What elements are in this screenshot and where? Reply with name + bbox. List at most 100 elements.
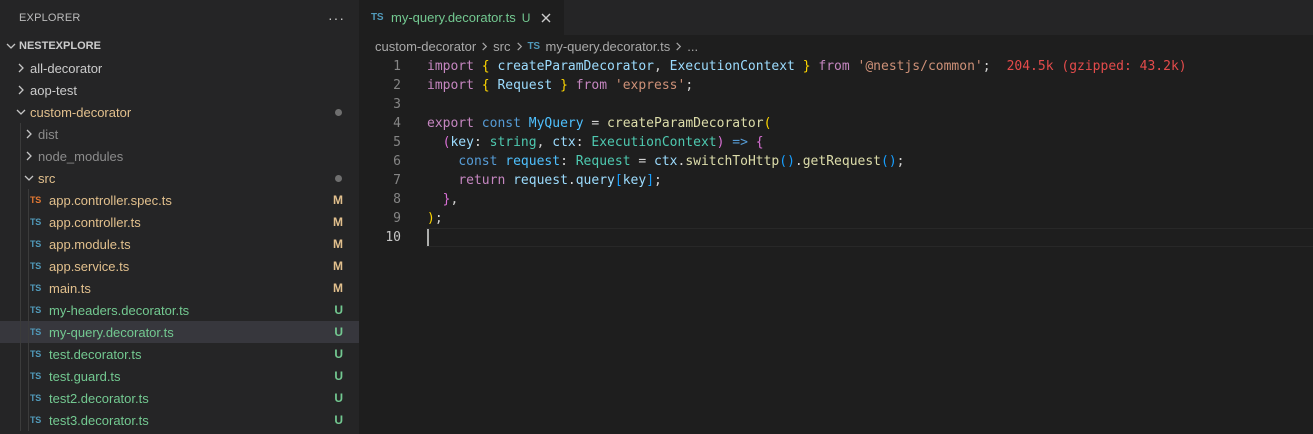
code-line: 8 }, [359, 190, 1313, 209]
indent-guide [20, 145, 21, 167]
file-app-controller-spec-ts[interactable]: TS app.controller.spec.ts M [0, 189, 359, 211]
git-status-badge: M [333, 281, 343, 295]
line-number: 2 [393, 78, 401, 93]
ellipsis-icon[interactable]: ··· [328, 11, 345, 25]
folder-dist[interactable]: dist [0, 123, 359, 145]
breadcrumb-folder-custom-decorator[interactable]: custom-decorator [375, 39, 476, 54]
file-my-query-decorator-ts[interactable]: TS my-query.decorator.ts U [0, 321, 359, 343]
typescript-file-icon: TS [30, 393, 42, 403]
code-token: ; [654, 173, 662, 188]
code-token: ] [646, 173, 655, 188]
code-token: . [794, 154, 803, 169]
chevron-right-icon [674, 41, 683, 51]
indent-guide [28, 277, 29, 299]
breadcrumb-folder-src[interactable]: src [493, 39, 510, 54]
explorer-header: EXPLORER ··· [0, 0, 359, 35]
code-editor[interactable]: 1 import { createParamDecorator, Executio… [359, 57, 1313, 247]
git-status-badge: M [333, 193, 343, 207]
code-token: , [536, 135, 553, 150]
git-status-badge: M [333, 237, 343, 251]
chevron-right-icon [515, 41, 524, 51]
code-token: ; [982, 59, 991, 74]
indent-guide [28, 255, 29, 277]
file-test3-decorator-ts[interactable]: TS test3.decorator.ts U [0, 409, 359, 431]
indent-guide [28, 299, 29, 321]
code-token: Request [497, 78, 553, 93]
file-main-ts[interactable]: TS main.ts M [0, 277, 359, 299]
file-app-controller-ts[interactable]: TS app.controller.ts M [0, 211, 359, 233]
code-token: } [802, 59, 811, 74]
breadcrumb-symbols[interactable]: ... [687, 39, 698, 54]
code-token: request [505, 154, 561, 169]
explorer-title: EXPLORER [19, 11, 81, 24]
file-test-decorator-ts[interactable]: TS test.decorator.ts U [0, 343, 359, 365]
indent-guide [20, 233, 21, 255]
breadcrumb-file[interactable]: my-query.decorator.ts [546, 39, 671, 54]
indent-guide [28, 365, 29, 387]
tree-item-label: aop-test [30, 82, 77, 98]
indent-guide [28, 387, 29, 409]
workspace-section-header[interactable]: NESTEXPLORE [0, 35, 359, 57]
code-token: ctx [552, 135, 576, 150]
line-number: 7 [393, 173, 401, 188]
file-app-service-ts[interactable]: TS app.service.ts M [0, 255, 359, 277]
current-line-highlight [426, 228, 1313, 247]
tree-item-label: dist [38, 126, 59, 142]
tree-item-label: all-decorator [30, 60, 103, 76]
code-token: 'express' [614, 78, 686, 93]
tree-item-label: my-query.decorator.ts [49, 324, 174, 340]
typescript-file-icon: TS [527, 40, 541, 52]
code-text: ); [427, 211, 443, 226]
code-token: MyQuery [528, 116, 584, 131]
code-text: (key: string, ctx: ExecutionContext) => … [427, 135, 764, 150]
file-tree: all-decorator aop-test custom-decorator dis… [0, 57, 359, 431]
file-app-module-ts[interactable]: TS app.module.ts M [0, 233, 359, 255]
line-number: 6 [393, 154, 401, 169]
folder-aop-test[interactable]: aop-test [0, 79, 359, 101]
tree-item-label: test3.decorator.ts [49, 412, 149, 428]
line-number: 9 [393, 211, 401, 226]
folder-all-decorator[interactable]: all-decorator [0, 57, 359, 79]
indent-guide [20, 409, 21, 431]
folder-src[interactable]: src [0, 167, 359, 189]
folder-node-modules[interactable]: node_modules [0, 145, 359, 167]
modified-dot-icon [335, 174, 342, 182]
typescript-file-icon: TS [30, 371, 42, 381]
code-token: ; [434, 211, 443, 226]
file-my-headers-decorator-ts[interactable]: TS my-headers.decorator.ts U [0, 299, 359, 321]
indent-guide [20, 387, 21, 409]
file-test-guard-ts[interactable]: TS test.guard.ts U [0, 365, 359, 387]
code-token: ; [685, 78, 694, 93]
tab-my-query-decorator[interactable]: TS my-query.decorator.ts U [359, 0, 566, 35]
code-token: from [818, 59, 850, 74]
code-line: 10 [359, 228, 1313, 247]
code-token: = [630, 154, 655, 169]
git-status-badge: U [334, 347, 343, 361]
folder-custom-decorator[interactable]: custom-decorator [0, 101, 359, 123]
code-line: 3 [359, 95, 1313, 114]
tab-title: my-query.decorator.ts [391, 10, 516, 25]
file-test2-decorator-ts[interactable]: TS test2.decorator.ts U [0, 387, 359, 409]
code-token: import [427, 59, 474, 74]
chevron-right-icon [22, 148, 36, 164]
code-text: return request.query[key]; [427, 173, 662, 188]
code-token: { [481, 59, 490, 74]
indent-guide [28, 343, 29, 365]
code-token: : [473, 135, 490, 150]
code-token: query [575, 173, 615, 188]
typescript-file-icon: TS [30, 349, 42, 359]
chevron-right-icon [14, 82, 28, 98]
git-status-badge: M [333, 215, 343, 229]
git-status-badge: U [334, 325, 343, 339]
code-token: '@nestjs/common' [857, 59, 983, 74]
indent-guide [28, 321, 29, 343]
tree-item-label: main.ts [49, 280, 91, 296]
close-icon[interactable] [538, 10, 554, 26]
